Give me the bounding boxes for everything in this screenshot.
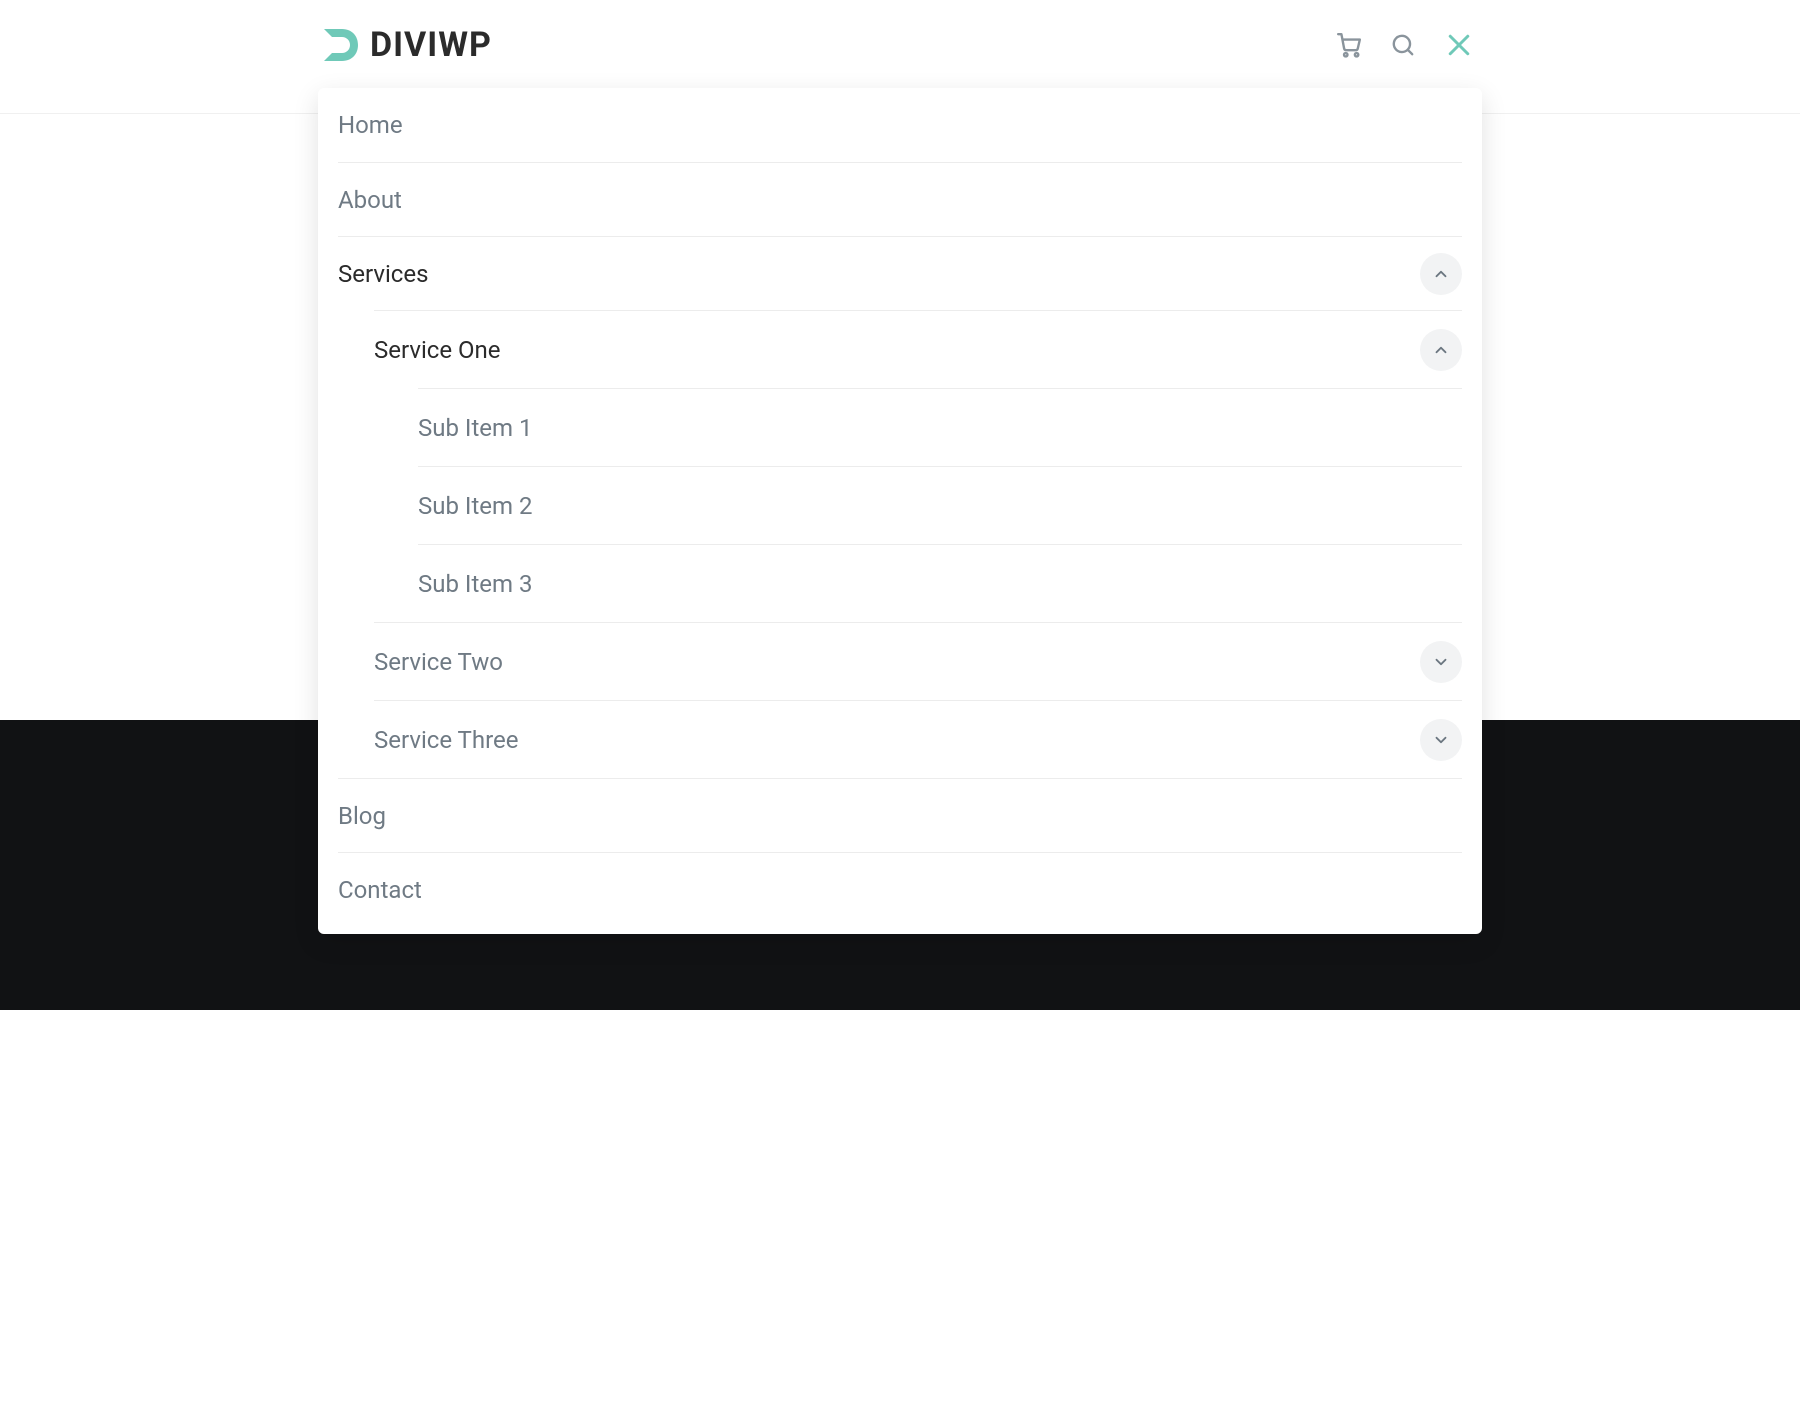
close-menu-icon[interactable] xyxy=(1444,30,1474,60)
menu-item-services[interactable]: Services xyxy=(338,236,1462,310)
menu-item-service-one[interactable]: Service One xyxy=(374,310,1462,388)
search-icon[interactable] xyxy=(1390,32,1416,58)
menu-label: Contact xyxy=(338,876,422,904)
menu-item-sub2[interactable]: Sub Item 2 xyxy=(418,466,1462,544)
chevron-down-icon[interactable] xyxy=(1420,719,1462,761)
brand-logo[interactable]: DIVIWP xyxy=(318,23,492,67)
menu-label: Services xyxy=(338,260,428,288)
menu-item-about[interactable]: About xyxy=(338,162,1462,236)
menu-label: Sub Item 2 xyxy=(418,492,533,520)
menu-item-sub1[interactable]: Sub Item 1 xyxy=(418,388,1462,466)
chevron-up-icon[interactable] xyxy=(1420,329,1462,371)
site-header: DIVIWP xyxy=(300,0,1500,90)
services-subgroup: Service One Sub Item 1 Sub Item 2 Sub It… xyxy=(374,310,1462,778)
menu-item-contact[interactable]: Contact xyxy=(338,852,1462,926)
menu-label: Sub Item 1 xyxy=(418,414,533,442)
menu-item-sub3[interactable]: Sub Item 3 xyxy=(418,544,1462,622)
menu-label: Service One xyxy=(374,336,501,364)
menu-item-service-two[interactable]: Service Two xyxy=(374,622,1462,700)
header-right xyxy=(1336,30,1490,60)
menu-label: Home xyxy=(338,111,403,139)
service-one-subgroup: Sub Item 1 Sub Item 2 Sub Item 3 xyxy=(418,388,1462,622)
mobile-menu-panel: Home About Services Service One Sub Item… xyxy=(318,88,1482,934)
logo-mark-icon xyxy=(318,23,362,67)
menu-label: Blog xyxy=(338,802,386,830)
cart-icon[interactable] xyxy=(1336,32,1362,58)
menu-label: Service Two xyxy=(374,648,503,676)
page-stage: DIVIWP Home xyxy=(300,0,1500,992)
menu-label: About xyxy=(338,186,402,214)
chevron-up-icon[interactable] xyxy=(1420,253,1462,295)
menu-label: Service Three xyxy=(374,726,518,754)
brand-name: DIVIWP xyxy=(370,25,492,65)
menu-item-home[interactable]: Home xyxy=(338,88,1462,162)
header-left: DIVIWP xyxy=(318,23,492,67)
menu-item-blog[interactable]: Blog xyxy=(338,778,1462,852)
chevron-down-icon[interactable] xyxy=(1420,641,1462,683)
menu-item-service-three[interactable]: Service Three xyxy=(374,700,1462,778)
menu-label: Sub Item 3 xyxy=(418,570,533,598)
